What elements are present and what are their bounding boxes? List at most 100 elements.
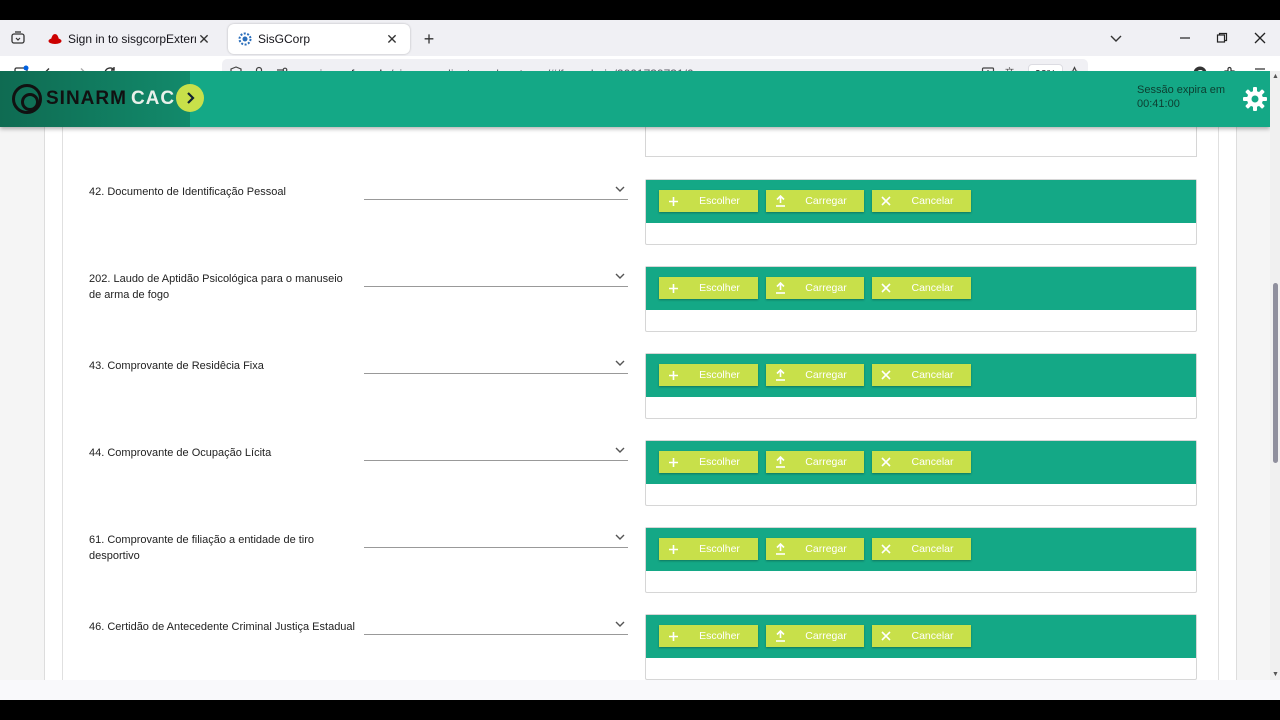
minimize-icon[interactable] xyxy=(1173,26,1197,50)
scrollbar-thumb[interactable] xyxy=(1273,283,1278,463)
close-icon xyxy=(872,457,900,467)
gear-favicon-icon xyxy=(238,32,252,46)
logo-main: SINARM xyxy=(46,88,127,109)
file-upload: Escolher Carregar Cancelar xyxy=(645,179,1197,245)
chevron-down-icon xyxy=(614,356,626,368)
chevron-down-icon xyxy=(614,530,626,542)
document-label: 46. Certidão de Antecedente Criminal Jus… xyxy=(89,621,355,633)
document-select[interactable] xyxy=(364,445,628,461)
document-label: 42. Documento de Identificação Pessoal xyxy=(89,186,286,198)
choose-file-button[interactable]: Escolher xyxy=(659,190,758,212)
document-select[interactable] xyxy=(364,532,628,548)
document-select[interactable] xyxy=(364,619,628,635)
choose-file-button[interactable]: Escolher xyxy=(659,625,758,647)
button-label: Carregar xyxy=(805,630,847,642)
choose-file-button[interactable]: Escolher xyxy=(659,451,758,473)
button-label: Escolher xyxy=(699,195,740,207)
upload-toolbar: Escolher Carregar Cancelar xyxy=(646,441,1196,484)
upload-file-button[interactable]: Carregar xyxy=(766,538,864,560)
document-select[interactable] xyxy=(364,358,628,374)
plus-icon xyxy=(659,370,687,381)
choose-file-button[interactable]: Escolher xyxy=(659,277,758,299)
tab-list-icon[interactable] xyxy=(6,26,30,50)
button-label: Cancelar xyxy=(911,456,954,468)
expand-menu-button[interactable] xyxy=(176,84,204,112)
document-select[interactable] xyxy=(364,271,628,287)
logo-text: SINARM CAC xyxy=(46,88,175,110)
cancel-upload-button[interactable]: Cancelar xyxy=(872,538,971,560)
document-label: 43. Comprovante de Residêcia Fixa xyxy=(89,360,264,372)
tab-title: Sign in to sisgcorpExterno xyxy=(68,32,196,46)
upload-icon xyxy=(766,195,794,207)
button-label: Carregar xyxy=(805,456,847,468)
button-label: Cancelar xyxy=(911,195,954,207)
upload-file-button[interactable]: Carregar xyxy=(766,277,864,299)
document-label: 44. Comprovante de Ocupação Lícita xyxy=(89,447,272,459)
upload-toolbar: Escolher Carregar Cancelar xyxy=(646,180,1196,223)
choose-file-button[interactable]: Escolher xyxy=(659,364,758,386)
upload-toolbar: Escolher Carregar Cancelar xyxy=(646,354,1196,397)
button-label: Cancelar xyxy=(911,630,954,642)
redhat-icon xyxy=(48,32,62,46)
cancel-upload-button[interactable]: Cancelar xyxy=(872,451,971,473)
upload-file-button[interactable]: Carregar xyxy=(766,625,864,647)
settings-gear-icon[interactable] xyxy=(1241,85,1269,113)
button-label: Cancelar xyxy=(911,369,954,381)
close-icon xyxy=(872,370,900,380)
cancel-upload-button[interactable]: Cancelar xyxy=(872,277,971,299)
chevron-down-icon xyxy=(614,443,626,455)
document-select[interactable] xyxy=(364,184,628,200)
tab-sign-in[interactable]: Sign in to sisgcorpExterno ✕ xyxy=(38,24,222,54)
logo: SINARM CAC xyxy=(0,71,190,127)
tab-sisgcorp[interactable]: SisGCorp ✕ xyxy=(228,24,410,54)
close-icon[interactable]: ✕ xyxy=(196,31,212,47)
page-content: 42. Documento de Identificação Pessoal E… xyxy=(0,71,1270,680)
restore-icon[interactable] xyxy=(1210,26,1234,50)
button-label: Carregar xyxy=(805,195,847,207)
chevron-down-icon xyxy=(614,617,626,629)
upload-icon xyxy=(766,369,794,381)
button-label: Escolher xyxy=(699,456,740,468)
file-upload: Escolher Carregar Cancelar xyxy=(645,527,1197,593)
cancel-upload-button[interactable]: Cancelar xyxy=(872,364,971,386)
upload-icon xyxy=(766,543,794,555)
page-scrollbar[interactable]: ▲ ▼ xyxy=(1270,71,1280,680)
chevron-down-icon[interactable] xyxy=(1106,28,1126,48)
file-upload: Escolher Carregar Cancelar xyxy=(645,353,1197,419)
cancel-upload-button[interactable]: Cancelar xyxy=(872,190,971,212)
button-label: Cancelar xyxy=(911,282,954,294)
upload-file-button[interactable]: Carregar xyxy=(766,190,864,212)
new-tab-icon[interactable]: + xyxy=(418,28,440,50)
button-label: Escolher xyxy=(699,369,740,381)
previous-upload-box xyxy=(645,127,1197,157)
button-label: Escolher xyxy=(699,630,740,642)
choose-file-button[interactable]: Escolher xyxy=(659,538,758,560)
chevron-down-icon xyxy=(614,269,626,281)
close-window-icon[interactable] xyxy=(1248,26,1272,50)
button-label: Carregar xyxy=(805,282,847,294)
file-upload: Escolher Carregar Cancelar xyxy=(645,266,1197,332)
close-icon[interactable]: ✕ xyxy=(384,31,400,47)
session-label: Sessão expira em xyxy=(1137,84,1226,96)
scroll-down-icon[interactable]: ▼ xyxy=(1272,671,1279,678)
upload-icon xyxy=(766,282,794,294)
upload-file-button[interactable]: Carregar xyxy=(766,364,864,386)
close-icon xyxy=(872,196,900,206)
plus-icon xyxy=(659,457,687,468)
file-upload: Escolher Carregar Cancelar xyxy=(645,614,1197,680)
upload-file-button[interactable]: Carregar xyxy=(766,451,864,473)
scroll-up-icon[interactable]: ▲ xyxy=(1272,73,1279,80)
upload-icon xyxy=(766,630,794,642)
upload-toolbar: Escolher Carregar Cancelar xyxy=(646,528,1196,571)
button-label: Cancelar xyxy=(911,543,954,555)
logo-sub: CAC xyxy=(130,88,176,109)
document-label: 202. Laudo de Aptidão Psicológica para o… xyxy=(89,273,343,301)
button-label: Escolher xyxy=(699,282,740,294)
close-icon xyxy=(872,631,900,641)
chevron-down-icon xyxy=(614,182,626,194)
session-timer: Sessão expira em 00:41:00 xyxy=(1137,83,1225,111)
document-label: 61. Comprovante de filiação a entidade d… xyxy=(89,534,315,562)
upload-toolbar: Escolher Carregar Cancelar xyxy=(646,615,1196,658)
cancel-upload-button[interactable]: Cancelar xyxy=(872,625,971,647)
file-upload: Escolher Carregar Cancelar xyxy=(645,440,1197,506)
